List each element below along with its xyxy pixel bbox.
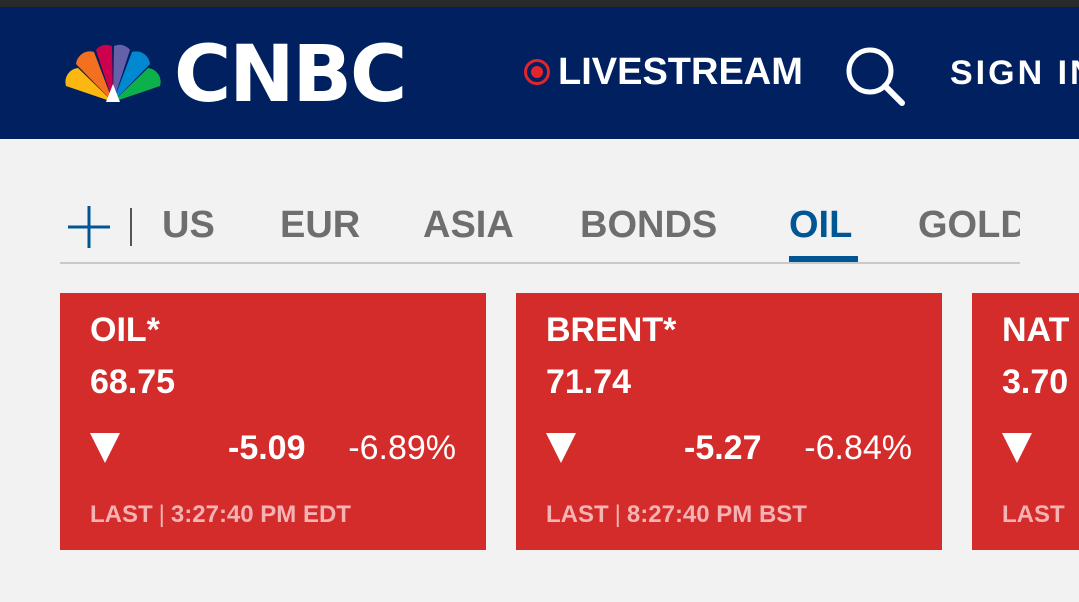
tab-bonds[interactable]: BONDS [580, 206, 717, 244]
quote-last-time: LAST | 8:27:40 PM BST [546, 503, 807, 527]
tab-eur[interactable]: EUR [280, 206, 360, 244]
time-value: 3:27:40 PM EDT [170, 501, 351, 528]
plus-icon[interactable] [66, 204, 112, 250]
tab-oil[interactable]: OIL [789, 206, 852, 244]
tab-us[interactable]: US [162, 206, 215, 244]
quote-change-percent: -6.89% [348, 429, 456, 467]
down-arrow-icon [90, 433, 120, 463]
quote-symbol: BRENT* [546, 311, 677, 349]
cnbc-logo[interactable]: CNBC [58, 30, 407, 120]
down-arrow-icon [546, 433, 576, 463]
top-strip [0, 0, 1079, 7]
quote-card[interactable]: BRENT* 71.74 -5.27 -6.84% LAST | 8:27:40 P… [516, 293, 942, 550]
separator: | [614, 501, 621, 528]
quote-symbol: NAT [1002, 311, 1070, 349]
active-tab-indicator [789, 256, 858, 262]
livestream-link[interactable]: LIVESTREAM [524, 53, 803, 91]
quote-last-time: LAST [1002, 503, 1065, 527]
quote-price: 3.70 [1002, 363, 1069, 401]
quote-price: 68.75 [90, 363, 176, 401]
time-value: 8:27:40 PM BST [626, 501, 807, 528]
tab-divider [130, 208, 132, 246]
site-header: CNBC LIVESTREAM SIGN IN [0, 7, 1079, 139]
last-label: LAST [90, 501, 153, 528]
market-tabs: US EUR ASIA BONDS OIL GOLD [60, 200, 1020, 264]
sign-in-link[interactable]: SIGN IN [950, 56, 1079, 90]
quote-card[interactable]: NAT 3.70 LAST [972, 293, 1079, 550]
peacock-logo-icon [65, 44, 161, 102]
last-label: LAST [546, 501, 609, 528]
tab-gold[interactable]: GOLD [918, 206, 1020, 244]
quote-symbol: OIL* [90, 311, 160, 349]
quote-last-time: LAST | 3:27:40 PM EDT [90, 503, 351, 527]
search-icon[interactable] [842, 43, 908, 109]
tab-asia[interactable]: ASIA [423, 206, 514, 244]
livestream-label: LIVESTREAM [558, 51, 803, 93]
separator: | [158, 501, 165, 528]
brand-wordmark: CNBC [174, 30, 407, 120]
quote-change: -5.27 [684, 429, 762, 467]
quote-card[interactable]: OIL* 68.75 -5.09 -6.89% LAST | 3:27:40 PM … [60, 293, 486, 550]
quote-change-percent: -6.84% [804, 429, 912, 467]
down-arrow-icon [1002, 433, 1032, 463]
quote-change: -5.09 [228, 429, 306, 467]
last-label: LAST [1002, 501, 1065, 528]
live-record-icon [524, 59, 550, 85]
quote-price: 71.74 [546, 363, 632, 401]
